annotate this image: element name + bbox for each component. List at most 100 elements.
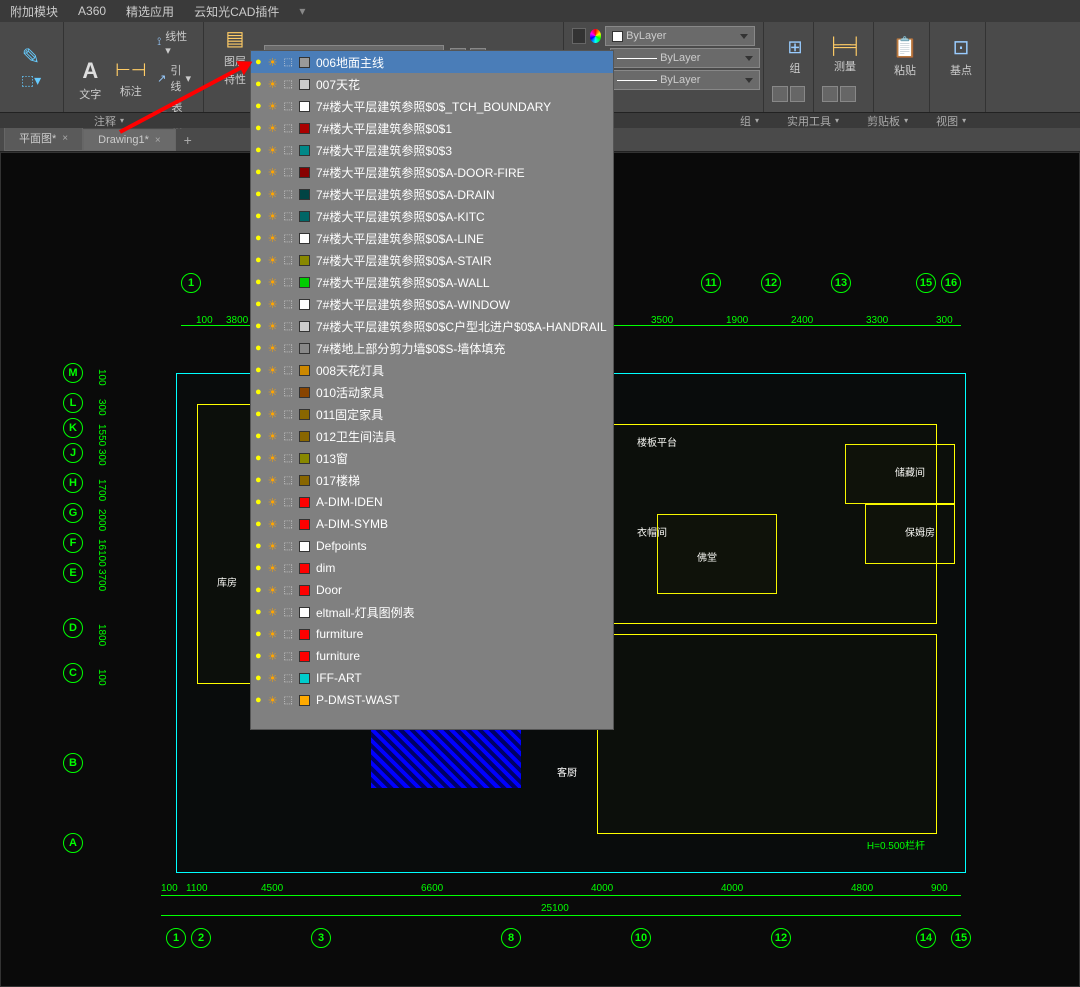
freeze-icon[interactable]: ☀ [268,254,278,267]
lock-icon[interactable]: ⬚ [284,79,293,90]
bulb-icon[interactable]: ● [255,584,262,596]
freeze-icon[interactable]: ☀ [268,100,278,113]
lock-icon[interactable]: ⬚ [284,387,293,398]
bylayer-icon[interactable] [572,28,586,44]
layer-item[interactable]: ● ☀ ⬚ furniture [251,645,613,667]
lock-icon[interactable]: ⬚ [284,651,293,662]
lock-icon[interactable]: ⬚ [284,541,293,552]
bulb-icon[interactable]: ● [255,210,262,222]
freeze-icon[interactable]: ☀ [268,342,278,355]
lock-icon[interactable]: ⬚ [284,211,293,222]
lock-icon[interactable]: ⬚ [284,57,293,68]
close-icon[interactable]: × [62,133,68,144]
bulb-icon[interactable]: ● [255,254,262,266]
layer-item[interactable]: ● ☀ ⬚ IFF-ART [251,667,613,689]
layer-item[interactable]: ● ☀ ⬚ eltmall-灯具图例表 [251,601,613,623]
lock-icon[interactable]: ⬚ [284,101,293,112]
bulb-icon[interactable]: ● [255,562,262,574]
freeze-icon[interactable]: ☀ [268,408,278,421]
bulb-icon[interactable]: ● [255,694,262,706]
lock-icon[interactable]: ⬚ [284,145,293,156]
freeze-icon[interactable]: ☀ [268,628,278,641]
freeze-icon[interactable]: ☀ [268,452,278,465]
color-wheel-icon[interactable] [590,29,602,43]
freeze-icon[interactable]: ☀ [268,584,278,597]
lock-icon[interactable]: ⬚ [284,123,293,134]
lock-icon[interactable]: ⬚ [284,189,293,200]
lock-icon[interactable]: ⬚ [284,563,293,574]
bulb-icon[interactable]: ● [255,78,262,90]
linear-button[interactable]: ⟟线性▾ [153,26,195,59]
edit-icon[interactable]: ✎ [22,44,40,70]
lock-icon[interactable]: ⬚ [284,255,293,266]
bulb-icon[interactable]: ● [255,452,262,464]
bulb-icon[interactable]: ● [255,540,262,552]
freeze-icon[interactable]: ☀ [268,364,278,377]
bulb-icon[interactable]: ● [255,232,262,244]
layer-item[interactable]: ● ☀ ⬚ A-DIM-IDEN [251,491,613,513]
bulb-icon[interactable]: ● [255,672,262,684]
bulb-icon[interactable]: ● [255,298,262,310]
freeze-icon[interactable]: ☀ [268,540,278,553]
basepoint-button[interactable]: ⊡ 基点 [938,26,984,86]
util-icon-2[interactable] [840,86,856,102]
lock-icon[interactable]: ⬚ [284,695,293,706]
bulb-icon[interactable]: ● [255,650,262,662]
freeze-icon[interactable]: ☀ [268,144,278,157]
lock-icon[interactable]: ⬚ [284,453,293,464]
dimension-button[interactable]: ⊢⊣ 标注 [113,50,150,110]
bulb-icon[interactable]: ● [255,628,262,640]
freeze-icon[interactable]: ☀ [268,298,278,311]
menu-addon[interactable]: 附加模块 [0,3,68,20]
layer-item[interactable]: ● ☀ ⬚ 7#楼大平层建筑参照$0$A-KITC [251,205,613,227]
bulb-icon[interactable]: ● [255,364,262,376]
bulb-icon[interactable]: ● [255,408,262,420]
lock-icon[interactable]: ⬚ [284,299,293,310]
layer-item[interactable]: ● ☀ ⬚ 017楼梯 [251,469,613,491]
layer-item[interactable]: ● ☀ ⬚ 7#楼大平层建筑参照$0$A-DOOR-FIRE [251,161,613,183]
layer-item[interactable]: ● ☀ ⬚ 010活动家具 [251,381,613,403]
group-icon-2[interactable] [772,86,788,102]
lock-icon[interactable]: ⬚ [284,607,293,618]
close-icon[interactable]: × [155,135,161,146]
bulb-icon[interactable]: ● [255,606,262,618]
freeze-icon[interactable]: ☀ [268,562,278,575]
layer-item[interactable]: ● ☀ ⬚ 011固定家具 [251,403,613,425]
lock-icon[interactable]: ⬚ [284,167,293,178]
panel-view[interactable]: 视图 [922,113,980,128]
layer-item[interactable]: ● ☀ ⬚ 7#楼大平层建筑参照$0$A-STAIR [251,249,613,271]
layer-item[interactable]: ● ☀ ⬚ 7#楼大平层建筑参照$0$C户型北进户$0$A-HANDRAIL [251,315,613,337]
lock-icon[interactable]: ⬚ [284,629,293,640]
bulb-icon[interactable]: ● [255,386,262,398]
panel-util[interactable]: 实用工具 [773,113,853,128]
bulb-icon[interactable]: ● [255,166,262,178]
bulb-icon[interactable]: ● [255,496,262,508]
bulb-icon[interactable]: ● [255,100,262,112]
bulb-icon[interactable]: ● [255,276,262,288]
layer-item[interactable]: ● ☀ ⬚ 7#楼大平层建筑参照$0$A-LINE [251,227,613,249]
bulb-icon[interactable]: ● [255,122,262,134]
layer-item[interactable]: ● ☀ ⬚ 7#楼大平层建筑参照$0$1 [251,117,613,139]
freeze-icon[interactable]: ☀ [268,188,278,201]
lock-icon[interactable]: ⬚ [284,585,293,596]
bulb-icon[interactable]: ● [255,430,262,442]
bulb-icon[interactable]: ● [255,188,262,200]
lock-icon[interactable]: ⬚ [284,519,293,530]
freeze-icon[interactable]: ☀ [268,210,278,223]
group-button[interactable]: ⊞ 组 [772,26,818,86]
layer-item[interactable]: ● ☀ ⬚ 7#楼地上部分剪力墙$0$S-墙体填充 [251,337,613,359]
lock-icon[interactable]: ⬚ [284,365,293,376]
freeze-icon[interactable]: ☀ [268,496,278,509]
freeze-icon[interactable]: ☀ [268,320,278,333]
layer-item[interactable]: ● ☀ ⬚ Defpoints [251,535,613,557]
color-select[interactable]: ByLayer [605,26,755,46]
freeze-icon[interactable]: ☀ [268,518,278,531]
layer-item[interactable]: ● ☀ ⬚ 7#楼大平层建筑参照$0$A-WALL [251,271,613,293]
bulb-icon[interactable]: ● [255,144,262,156]
panel-group[interactable]: 组 [726,113,773,128]
layer-item[interactable]: ● ☀ ⬚ furmiture [251,623,613,645]
quick-dropdown-icon[interactable]: ▾ [289,4,315,18]
layer-item[interactable]: ● ☀ ⬚ 007天花 [251,73,613,95]
bulb-icon[interactable]: ● [255,474,262,486]
freeze-icon[interactable]: ☀ [268,78,278,91]
